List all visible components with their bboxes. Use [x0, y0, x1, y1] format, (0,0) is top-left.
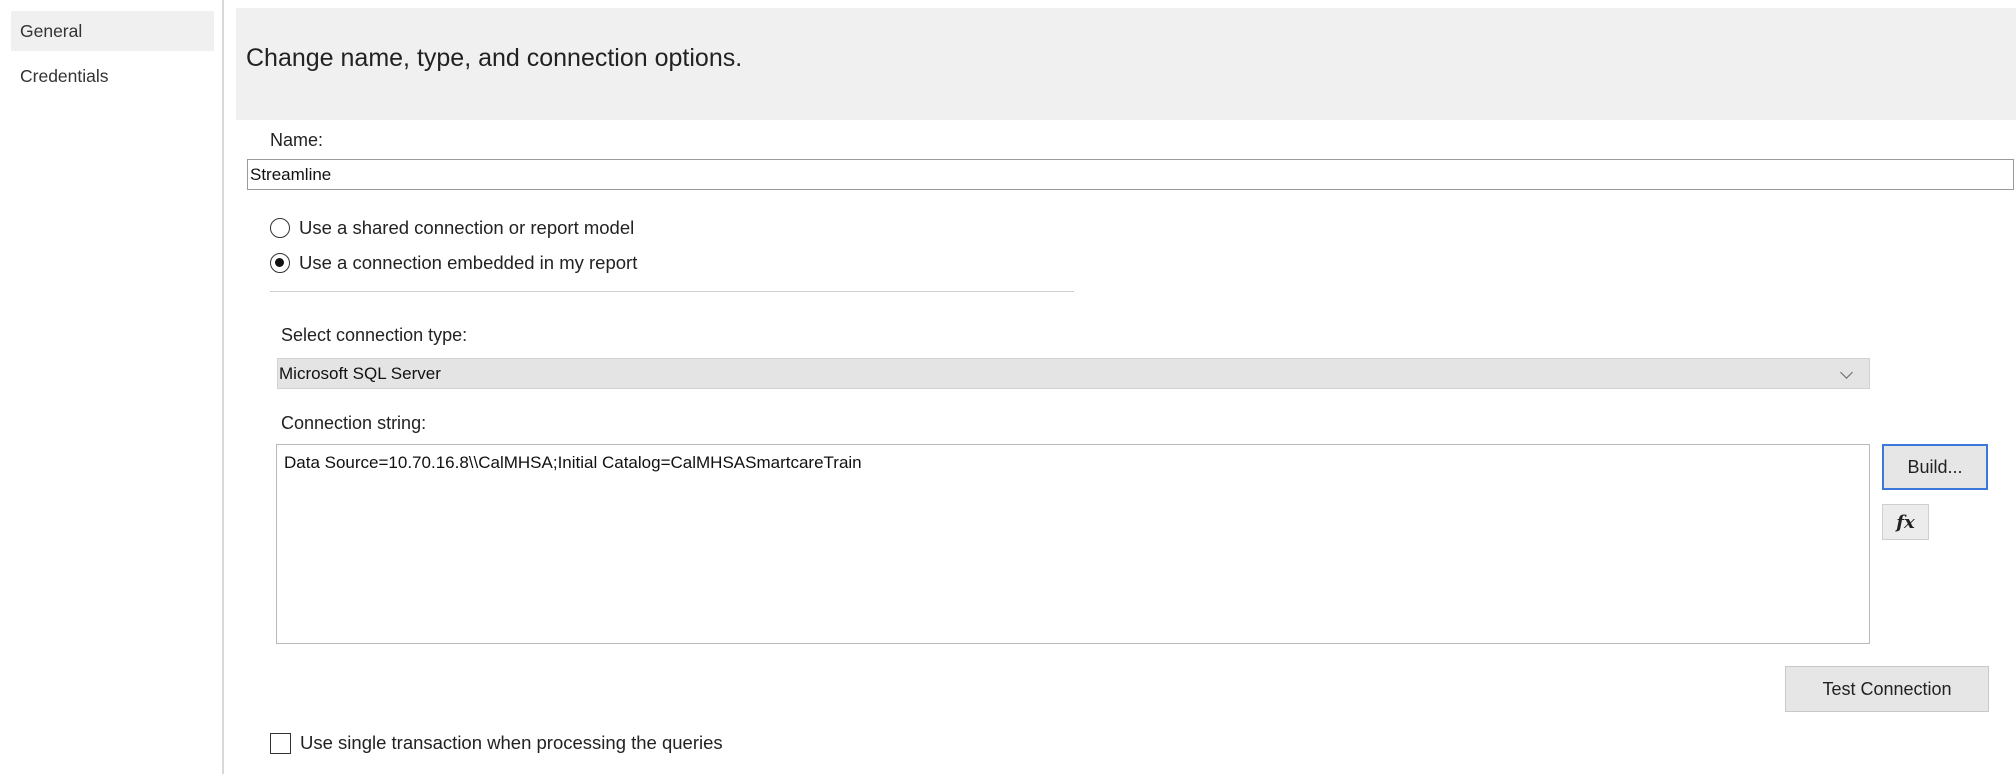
- build-button[interactable]: Build...: [1882, 444, 1988, 490]
- connection-string-textarea[interactable]: Data Source=10.70.16.8\\CalMHSA;Initial …: [276, 444, 1870, 644]
- name-label: Name:: [270, 130, 324, 150]
- shared-connection-radio[interactable]: [270, 218, 290, 238]
- connection-type-select[interactable]: Microsoft SQL Server: [277, 358, 1870, 389]
- sidebar: General Credentials: [0, 0, 222, 774]
- test-connection-button[interactable]: Test Connection: [1785, 666, 1989, 712]
- page-title: Change name, type, and connection option…: [246, 44, 743, 72]
- sidebar-item-credentials[interactable]: Credentials: [11, 56, 214, 96]
- chevron-down-icon: [1840, 366, 1853, 379]
- sidebar-divider: [222, 0, 224, 774]
- expression-button[interactable]: fx: [1882, 504, 1929, 540]
- connection-string-label: Connection string:: [281, 413, 427, 433]
- shared-connection-label: Use a shared connection or report model: [299, 217, 635, 238]
- connection-type-value: Microsoft SQL Server: [279, 364, 441, 383]
- connection-type-label: Select connection type:: [281, 325, 468, 345]
- sidebar-item-general[interactable]: General: [11, 11, 214, 51]
- embedded-connection-label: Use a connection embedded in my report: [299, 252, 638, 273]
- shared-connection-option[interactable]: Use a shared connection or report model: [270, 217, 634, 239]
- embedded-connection-radio[interactable]: [270, 253, 290, 273]
- single-transaction-label: Use single transaction when processing t…: [300, 732, 723, 753]
- name-field[interactable]: Streamline: [247, 159, 2014, 190]
- single-transaction-checkbox[interactable]: [270, 732, 291, 754]
- fx-icon: fx: [1896, 511, 1915, 533]
- embedded-connection-option[interactable]: Use a connection embedded in my report: [270, 252, 637, 274]
- divider: [270, 291, 1074, 292]
- single-transaction-option[interactable]: Use single transaction when processing t…: [270, 732, 723, 754]
